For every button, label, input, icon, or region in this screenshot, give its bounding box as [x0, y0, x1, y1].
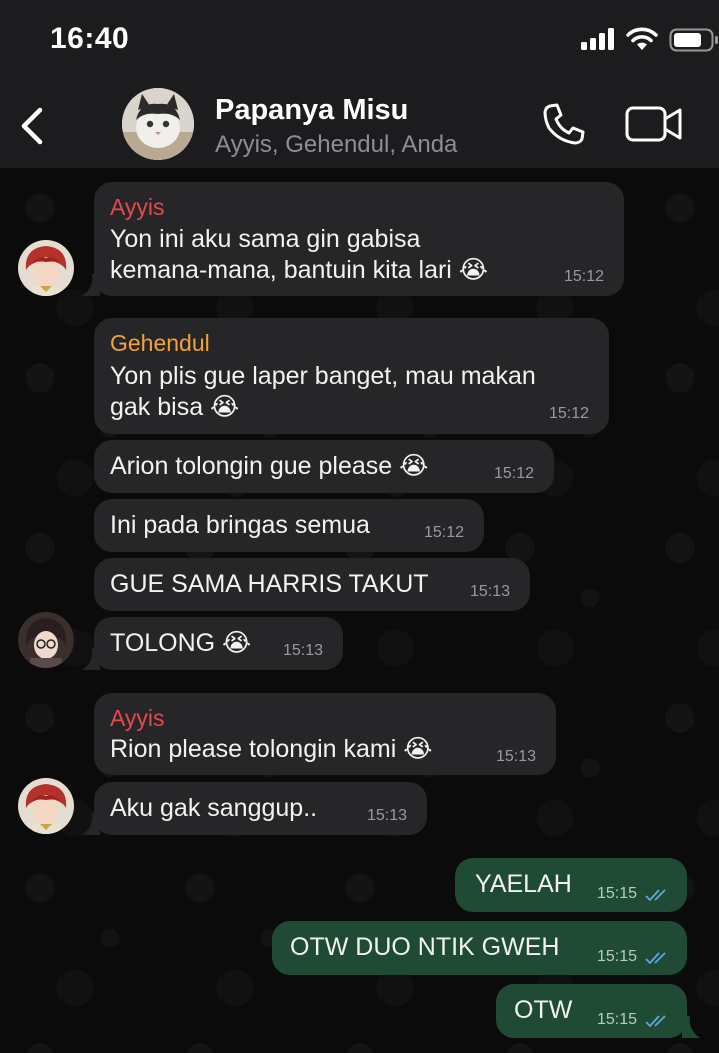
- message-bubble-outgoing[interactable]: OTW 15:15: [496, 984, 700, 1038]
- message-text: kemana-mana, bantuin kita lari 😭: [110, 256, 489, 284]
- message-timestamp: 15:12: [563, 268, 604, 285]
- message-timestamp: 15:15: [597, 1011, 638, 1028]
- wifi-icon: [626, 27, 658, 50]
- message-bubble-incoming[interactable]: Ayyis Rion please tolongin kami 😭 15:13: [94, 693, 556, 775]
- message-bubble-incoming[interactable]: Arion tolongin gue please 😭 15:12: [94, 440, 554, 493]
- read-ticks-icon: [645, 952, 666, 965]
- message-text: OTW DUO NTIK GWEH: [290, 933, 560, 961]
- message-timestamp: 15:13: [469, 583, 510, 600]
- message-text: Yon ini aku sama gin gabisa: [110, 225, 421, 253]
- chat-participants[interactable]: Ayyis, Gehendul, Anda: [215, 131, 457, 159]
- message-timestamp: 15:13: [282, 642, 323, 659]
- chat-title[interactable]: Papanya Misu: [215, 94, 408, 127]
- avatar-ayyis[interactable]: [18, 778, 74, 834]
- sender-name[interactable]: Ayyis: [110, 194, 165, 221]
- message-timestamp: 15:13: [366, 807, 407, 824]
- message-bubble-incoming[interactable]: Aku gak sanggup.. 15:13: [82, 782, 427, 835]
- message-timestamp: 15:12: [493, 465, 534, 482]
- sender-name[interactable]: Ayyis: [110, 705, 165, 732]
- cellular-signal-icon: [581, 28, 617, 50]
- back-chevron-icon[interactable]: [16, 104, 50, 148]
- message-bubble-incoming[interactable]: Ini pada bringas semua 15:12: [94, 499, 484, 552]
- avatar-gehendul[interactable]: [18, 612, 74, 668]
- read-ticks-icon: [645, 1015, 666, 1028]
- message-text: OTW: [514, 996, 573, 1024]
- group-avatar[interactable]: [122, 88, 194, 160]
- message-timestamp: 15:12: [423, 524, 464, 541]
- message-timestamp: 15:13: [495, 748, 536, 765]
- message-text: Yon plis gue laper banget, mau makan: [110, 362, 536, 390]
- message-text: GUE SAMA HARRIS TAKUT: [110, 570, 429, 598]
- read-ticks-icon: [645, 889, 666, 902]
- message-timestamp: 15:15: [597, 948, 638, 965]
- status-bar: 16:40: [0, 0, 719, 82]
- message-timestamp: 15:12: [548, 405, 589, 422]
- message-text: Aku gak sanggup..: [110, 794, 318, 822]
- message-bubble-incoming[interactable]: Ayyis Yon ini aku sama gin gabisa kemana…: [82, 182, 624, 296]
- phone-icon[interactable]: [540, 100, 588, 148]
- video-camera-icon[interactable]: [624, 102, 684, 146]
- status-time: 16:40: [50, 22, 130, 55]
- chat-header: Papanya Misu Ayyis, Gehendul, Anda: [0, 82, 719, 168]
- message-text: gak bisa 😭: [110, 393, 240, 421]
- message-bubble-outgoing[interactable]: YAELAH 15:15: [455, 858, 687, 912]
- message-text: Rion please tolongin kami 😭: [110, 735, 433, 763]
- message-text: Ini pada bringas semua: [110, 511, 370, 539]
- message-text: TOLONG 😭: [110, 629, 252, 657]
- avatar-ayyis[interactable]: [18, 240, 74, 296]
- message-text: Arion tolongin gue please 😭: [110, 452, 429, 480]
- message-bubble-outgoing[interactable]: OTW DUO NTIK GWEH 15:15: [272, 921, 687, 975]
- message-list[interactable]: Ayyis Yon ini aku sama gin gabisa kemana…: [0, 168, 719, 1053]
- message-bubble-incoming[interactable]: TOLONG 😭 15:13: [82, 617, 343, 670]
- sender-name[interactable]: Gehendul: [110, 330, 210, 357]
- message-bubble-incoming[interactable]: GUE SAMA HARRIS TAKUT 15:13: [94, 558, 530, 611]
- message-text: YAELAH: [475, 870, 572, 898]
- message-bubble-incoming[interactable]: Gehendul Yon plis gue laper banget, mau …: [94, 318, 609, 434]
- message-timestamp: 15:15: [597, 885, 638, 902]
- battery-icon: [669, 28, 718, 52]
